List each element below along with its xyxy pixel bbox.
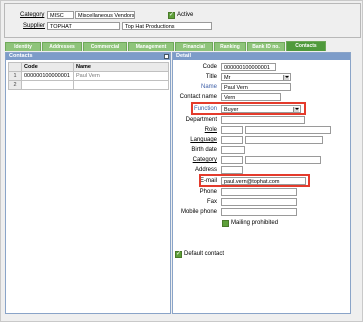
- code-label: Code: [202, 64, 217, 70]
- birth-date-label: Birth date: [191, 147, 217, 153]
- mailing-prohibited-checkbox[interactable]: [222, 220, 229, 227]
- tab-management[interactable]: Management: [128, 42, 174, 51]
- fax-label: Fax: [206, 199, 217, 205]
- role-label: Role: [204, 127, 217, 133]
- role-name-field: [245, 126, 331, 134]
- detail-panel: Detail Code 000000100000001 Title Mr Nam…: [172, 52, 351, 314]
- column-header-code: Code: [21, 62, 74, 72]
- address-label: Address: [194, 167, 217, 173]
- language-code-field[interactable]: [221, 136, 243, 144]
- category-label: Category: [20, 12, 45, 18]
- supplier-code-field[interactable]: TOPHAT: [47, 22, 120, 30]
- active-checkbox[interactable]: ✓: [168, 12, 175, 19]
- row-number-header: [8, 62, 22, 72]
- cell-code[interactable]: 000000100000001: [21, 71, 74, 81]
- default-contact-checkbox[interactable]: ✓: [175, 251, 182, 258]
- category-label: Category: [192, 157, 217, 163]
- role-code-field[interactable]: [221, 126, 243, 134]
- category-name-field: [245, 156, 321, 164]
- detail-title-text: Detail: [176, 53, 191, 59]
- mailing-prohibited-label: Mailing prohibited: [231, 220, 279, 226]
- name-field[interactable]: Paul Vern: [221, 83, 291, 91]
- panel-toggle-icon[interactable]: [164, 54, 169, 59]
- category-name-field: Miscellaneous Vendors: [75, 11, 135, 19]
- row-number: 2: [8, 80, 22, 90]
- birth-date-field[interactable]: [221, 146, 245, 154]
- tab-bank-id[interactable]: Bank ID no.: [247, 42, 285, 51]
- category-code-field[interactable]: [221, 156, 243, 164]
- cell-name[interactable]: [73, 80, 169, 90]
- contact-name-label: Contact name: [179, 94, 217, 100]
- phone-field[interactable]: [221, 188, 297, 196]
- table-header-row: Code Name: [8, 62, 169, 72]
- contacts-panel-title: Contacts: [6, 53, 170, 60]
- tab-ranking[interactable]: Ranking: [214, 42, 246, 51]
- contacts-title-text: Contacts: [9, 53, 33, 59]
- tab-financial[interactable]: Financial: [175, 42, 213, 51]
- tab-contacts[interactable]: Contacts: [286, 41, 326, 51]
- app-window: Category MISC Miscellaneous Vendors ✓ Ac…: [0, 0, 363, 322]
- function-highlight: [191, 102, 306, 115]
- table-row[interactable]: 2: [8, 80, 169, 90]
- title-select[interactable]: Mr: [221, 73, 291, 81]
- supplier-header: Category MISC Miscellaneous Vendors ✓ Ac…: [4, 3, 361, 38]
- language-label: Language: [190, 137, 217, 143]
- code-field[interactable]: 000000100000001: [221, 63, 276, 71]
- contact-name-field[interactable]: Vern: [221, 93, 281, 101]
- department-label: Department: [185, 117, 217, 123]
- name-label: Name: [200, 84, 217, 90]
- tab-addresses[interactable]: Addresses: [42, 42, 82, 51]
- supplier-name-field: Top Hat Productions: [122, 22, 212, 30]
- department-field[interactable]: [221, 116, 305, 124]
- row-number: 1: [8, 71, 22, 81]
- tab-identity[interactable]: Identity: [5, 42, 41, 51]
- email-highlight: [199, 174, 310, 187]
- table-row[interactable]: 1 000000100000001 Paul Vern: [8, 71, 169, 81]
- default-contact-label: Default contact: [184, 251, 225, 257]
- supplier-label: Supplier: [23, 23, 46, 29]
- active-label: Active: [177, 12, 194, 18]
- phone-label: Phone: [199, 189, 217, 195]
- language-name-field: [245, 136, 323, 144]
- contacts-panel: Contacts Code Name 1 000000100000001 Pau…: [5, 52, 171, 314]
- fax-field[interactable]: [221, 198, 297, 206]
- chevron-down-icon[interactable]: [283, 75, 289, 80]
- cell-name[interactable]: Paul Vern: [73, 71, 169, 81]
- title-label: Title: [205, 74, 217, 80]
- detail-panel-title: Detail: [173, 53, 350, 60]
- category-code-field[interactable]: MISC: [47, 11, 74, 19]
- title-value: Mr: [224, 75, 231, 81]
- contacts-table: Code Name 1 000000100000001 Paul Vern 2: [8, 62, 169, 90]
- address-code-field[interactable]: [221, 166, 243, 174]
- column-header-name: Name: [73, 62, 169, 72]
- tab-commercial[interactable]: Commercial: [83, 42, 127, 51]
- mobile-phone-field[interactable]: [221, 208, 297, 216]
- cell-code[interactable]: [21, 80, 74, 90]
- mobile-phone-label: Mobile phone: [180, 209, 217, 215]
